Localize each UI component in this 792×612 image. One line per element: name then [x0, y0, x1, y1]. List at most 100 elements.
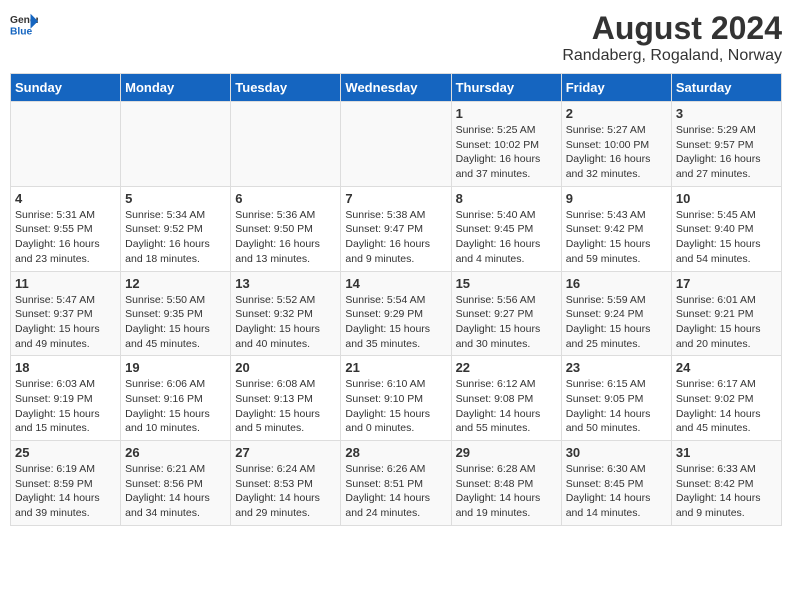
day-number: 16: [566, 276, 667, 291]
day-number: 28: [345, 445, 446, 460]
day-number: 11: [15, 276, 116, 291]
day-number: 18: [15, 360, 116, 375]
day-info: Sunrise: 6:08 AMSunset: 9:13 PMDaylight:…: [235, 377, 336, 436]
calendar-cell: 16 Sunrise: 5:59 AMSunset: 9:24 PMDayligh…: [561, 271, 671, 356]
day-info: Sunrise: 6:33 AMSunset: 8:42 PMDaylight:…: [676, 462, 777, 521]
day-info: Sunrise: 6:15 AMSunset: 9:05 PMDaylight:…: [566, 377, 667, 436]
calendar-cell: 20Sunrise: 6:08 AMSunset: 9:13 PMDayligh…: [231, 356, 341, 441]
calendar-cell: [341, 102, 451, 187]
calendar-cell: 5Sunrise: 5:34 AMSunset: 9:52 PMDaylight…: [121, 186, 231, 271]
calendar-cell: 19 Sunrise: 6:06 AMSunset: 9:16 PMDayligh…: [121, 356, 231, 441]
day-info: Sunrise: 6:17 AMSunset: 9:02 PMDaylight:…: [676, 377, 777, 436]
svg-text:Blue: Blue: [10, 26, 33, 37]
day-info: Sunrise: 5:59 AMSunset: 9:24 PMDaylight:…: [566, 293, 667, 352]
day-number: 31: [676, 445, 777, 460]
page-title: August 2024: [562, 10, 782, 47]
calendar-cell: [11, 102, 121, 187]
calendar-cell: 4 Sunrise: 5:31 AMSunset: 9:55 PMDaylight…: [11, 186, 121, 271]
calendar-cell: 31 Sunrise: 6:33 AMSunset: 8:42 PMDayligh…: [671, 441, 781, 526]
calendar-cell: 7 Sunrise: 5:38 AMSunset: 9:47 PMDaylight…: [341, 186, 451, 271]
calendar-cell: 25Sunrise: 6:19 AMSunset: 8:59 PMDayligh…: [11, 441, 121, 526]
day-info: Sunrise: 6:28 AMSunset: 8:48 PMDaylight:…: [456, 462, 557, 521]
calendar-week-2: 4 Sunrise: 5:31 AMSunset: 9:55 PMDaylight…: [11, 186, 782, 271]
calendar-week-1: 1 Sunrise: 5:25 AMSunset: 10:02 PMDayligh…: [11, 102, 782, 187]
day-number: 26: [125, 445, 226, 460]
day-number: 6: [235, 191, 336, 206]
day-info: Sunrise: 5:43 AMSunset: 9:42 PMDaylight:…: [566, 208, 667, 267]
calendar-cell: 3 Sunrise: 5:29 AMSunset: 9:57 PMDaylight…: [671, 102, 781, 187]
day-info: Sunrise: 5:52 AMSunset: 9:32 PMDaylight:…: [235, 293, 336, 352]
day-info: Sunrise: 5:40 AMSunset: 9:45 PMDaylight:…: [456, 208, 557, 267]
day-info: Sunrise: 5:54 AMSunset: 9:29 PMDaylight:…: [345, 293, 446, 352]
calendar-week-4: 18 Sunrise: 6:03 AMSunset: 9:19 PMDayligh…: [11, 356, 782, 441]
day-info: Sunrise: 5:27 AMSunset: 10:00 PMDaylight…: [566, 123, 667, 182]
calendar-cell: 2 Sunrise: 5:27 AMSunset: 10:00 PMDayligh…: [561, 102, 671, 187]
day-number: 8: [456, 191, 557, 206]
day-info: Sunrise: 6:03 AMSunset: 9:19 PMDaylight:…: [15, 377, 116, 436]
day-info: Sunrise: 6:19 AMSunset: 8:59 PMDaylight:…: [15, 462, 116, 521]
day-number: 23: [566, 360, 667, 375]
day-info: Sunrise: 5:25 AMSunset: 10:02 PMDaylight…: [456, 123, 557, 182]
title-area: August 2024 Randaberg, Rogaland, Norway: [562, 10, 782, 65]
day-number: 7: [345, 191, 446, 206]
logo: General Blue: [10, 10, 38, 38]
page-subtitle: Randaberg, Rogaland, Norway: [562, 47, 782, 65]
day-info: Sunrise: 6:06 AMSunset: 9:16 PMDaylight:…: [125, 377, 226, 436]
calendar-cell: 28 Sunrise: 6:26 AMSunset: 8:51 PMDayligh…: [341, 441, 451, 526]
calendar-cell: 27Sunrise: 6:24 AMSunset: 8:53 PMDayligh…: [231, 441, 341, 526]
day-info: Sunrise: 6:21 AMSunset: 8:56 PMDaylight:…: [125, 462, 226, 521]
calendar-cell: 23 Sunrise: 6:15 AMSunset: 9:05 PMDayligh…: [561, 356, 671, 441]
calendar-cell: 21 Sunrise: 6:10 AMSunset: 9:10 PMDayligh…: [341, 356, 451, 441]
day-info: Sunrise: 5:38 AMSunset: 9:47 PMDaylight:…: [345, 208, 446, 267]
calendar-table: SundayMondayTuesdayWednesdayThursdayFrid…: [10, 73, 782, 526]
day-number: 17: [676, 276, 777, 291]
weekday-header-tuesday: Tuesday: [231, 74, 341, 102]
calendar-cell: 14 Sunrise: 5:54 AMSunset: 9:29 PMDayligh…: [341, 271, 451, 356]
calendar-cell: 11 Sunrise: 5:47 AMSunset: 9:37 PMDayligh…: [11, 271, 121, 356]
day-number: 10: [676, 191, 777, 206]
weekday-header-friday: Friday: [561, 74, 671, 102]
calendar-cell: 12 Sunrise: 5:50 AMSunset: 9:35 PMDayligh…: [121, 271, 231, 356]
day-info: Sunrise: 6:24 AMSunset: 8:53 PMDaylight:…: [235, 462, 336, 521]
day-number: 14: [345, 276, 446, 291]
calendar-cell: 17 Sunrise: 6:01 AMSunset: 9:21 PMDayligh…: [671, 271, 781, 356]
day-info: Sunrise: 5:34 AMSunset: 9:52 PMDaylight:…: [125, 208, 226, 267]
day-info: Sunrise: 5:47 AMSunset: 9:37 PMDaylight:…: [15, 293, 116, 352]
day-info: Sunrise: 6:12 AMSunset: 9:08 PMDaylight:…: [456, 377, 557, 436]
day-info: Sunrise: 5:50 AMSunset: 9:35 PMDaylight:…: [125, 293, 226, 352]
day-number: 15: [456, 276, 557, 291]
day-info: Sunrise: 6:26 AMSunset: 8:51 PMDaylight:…: [345, 462, 446, 521]
calendar-cell: 8 Sunrise: 5:40 AMSunset: 9:45 PMDaylight…: [451, 186, 561, 271]
day-number: 1: [456, 106, 557, 121]
day-number: 21: [345, 360, 446, 375]
calendar-week-5: 25Sunrise: 6:19 AMSunset: 8:59 PMDayligh…: [11, 441, 782, 526]
calendar-cell: 26 Sunrise: 6:21 AMSunset: 8:56 PMDayligh…: [121, 441, 231, 526]
day-info: Sunrise: 5:29 AMSunset: 9:57 PMDaylight:…: [676, 123, 777, 182]
calendar-cell: 30 Sunrise: 6:30 AMSunset: 8:45 PMDayligh…: [561, 441, 671, 526]
day-number: 2: [566, 106, 667, 121]
weekday-header-monday: Monday: [121, 74, 231, 102]
day-number: 3: [676, 106, 777, 121]
weekday-header-saturday: Saturday: [671, 74, 781, 102]
day-number: 30: [566, 445, 667, 460]
day-number: 13: [235, 276, 336, 291]
calendar-week-3: 11 Sunrise: 5:47 AMSunset: 9:37 PMDayligh…: [11, 271, 782, 356]
day-number: 19: [125, 360, 226, 375]
day-info: Sunrise: 6:30 AMSunset: 8:45 PMDaylight:…: [566, 462, 667, 521]
day-info: Sunrise: 6:10 AMSunset: 9:10 PMDaylight:…: [345, 377, 446, 436]
calendar-cell: 13 Sunrise: 5:52 AMSunset: 9:32 PMDayligh…: [231, 271, 341, 356]
day-info: Sunrise: 6:01 AMSunset: 9:21 PMDaylight:…: [676, 293, 777, 352]
weekday-header-thursday: Thursday: [451, 74, 561, 102]
logo-icon: General Blue: [10, 10, 38, 38]
calendar-cell: [231, 102, 341, 187]
day-info: Sunrise: 5:45 AMSunset: 9:40 PMDaylight:…: [676, 208, 777, 267]
day-number: 12: [125, 276, 226, 291]
weekday-header-wednesday: Wednesday: [341, 74, 451, 102]
calendar-cell: 18 Sunrise: 6:03 AMSunset: 9:19 PMDayligh…: [11, 356, 121, 441]
day-info: Sunrise: 5:31 AMSunset: 9:55 PMDaylight:…: [15, 208, 116, 267]
calendar-cell: 10 Sunrise: 5:45 AMSunset: 9:40 PMDayligh…: [671, 186, 781, 271]
day-number: 24: [676, 360, 777, 375]
day-number: 4: [15, 191, 116, 206]
day-info: Sunrise: 5:56 AMSunset: 9:27 PMDaylight:…: [456, 293, 557, 352]
calendar-cell: 9Sunrise: 5:43 AMSunset: 9:42 PMDaylight…: [561, 186, 671, 271]
